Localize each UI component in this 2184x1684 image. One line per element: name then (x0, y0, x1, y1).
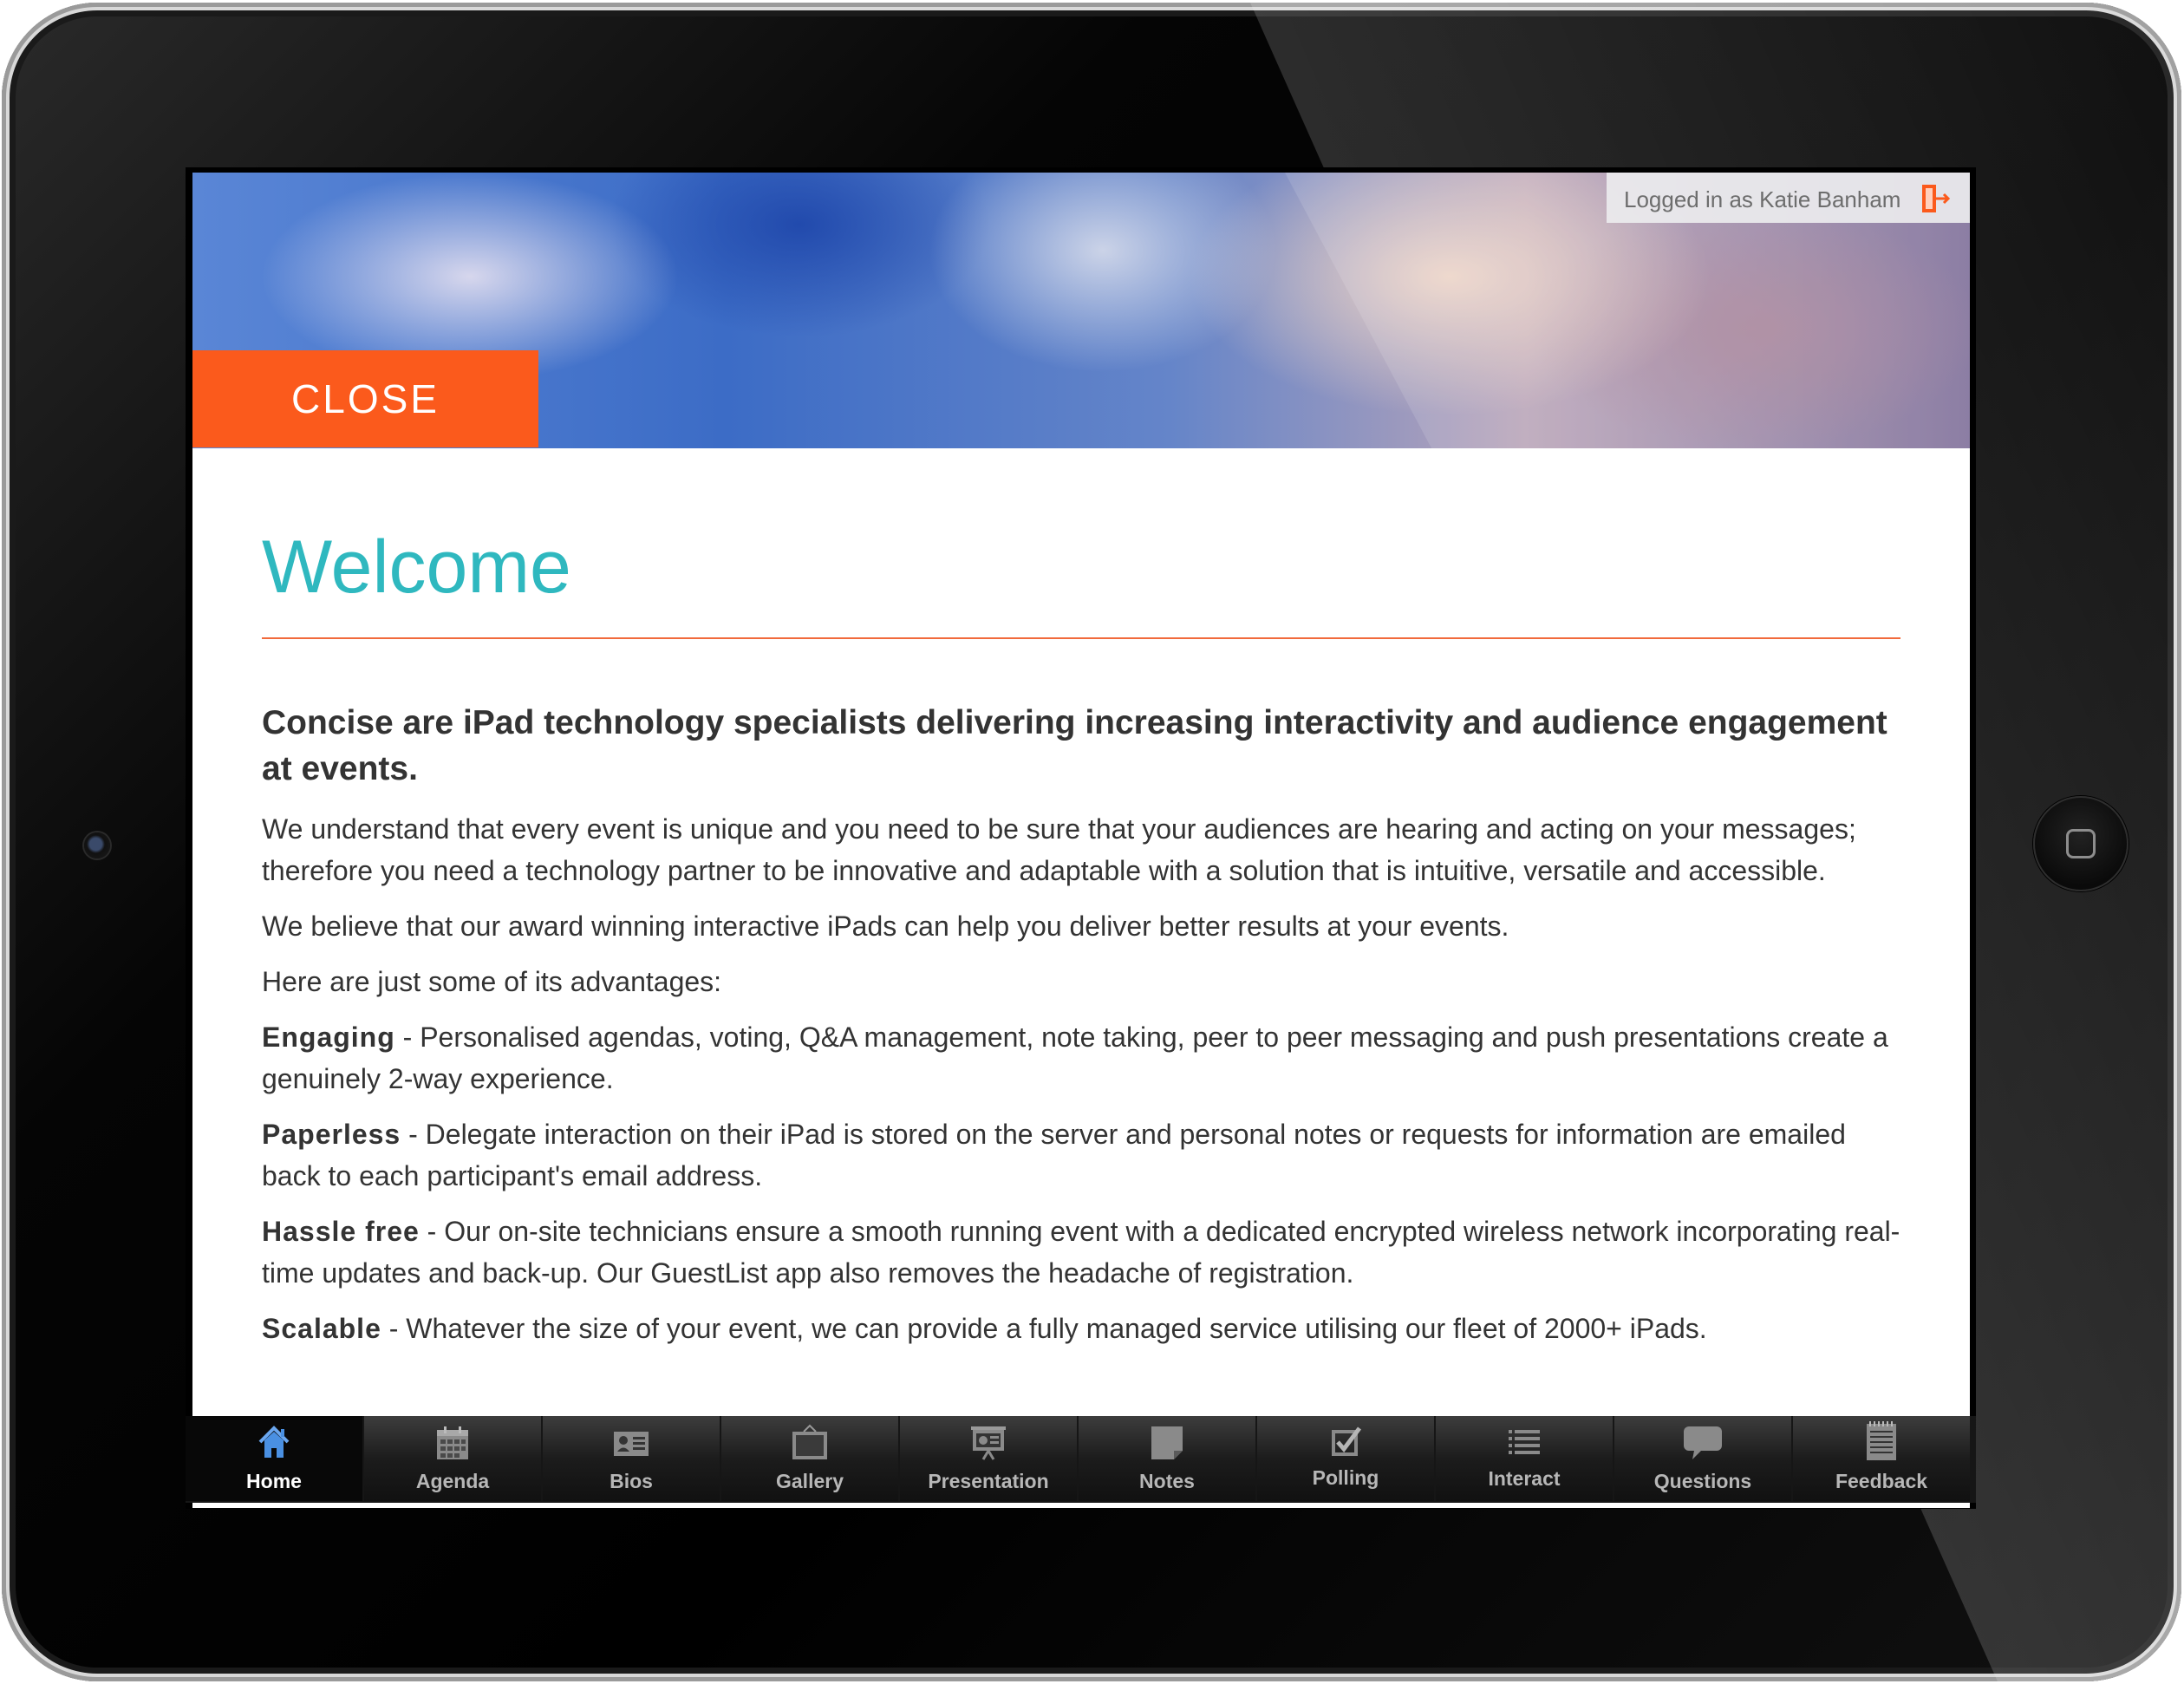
paragraph: We believe that our award winning intera… (262, 911, 1509, 942)
tab-label: Polling (1312, 1466, 1379, 1489)
tab-label: Questions (1653, 1470, 1752, 1492)
home-hardware-button[interactable] (2033, 796, 2129, 891)
tab-bios[interactable]: Bios (543, 1416, 720, 1501)
tab-label: Gallery (776, 1470, 844, 1492)
checkbox-icon (1332, 1426, 1361, 1456)
tab-questions[interactable]: Questions (1614, 1416, 1791, 1501)
advantage-term: Engaging (262, 1021, 395, 1053)
tab-home[interactable]: Home (186, 1416, 362, 1501)
home-square-icon (2066, 829, 2096, 858)
paragraph: We understand that every event is unique… (262, 813, 1856, 886)
screen: Logged in as Katie Banham CLOSE Welcome … (186, 167, 1976, 1509)
tab-gallery[interactable]: Gallery (721, 1416, 898, 1501)
tab-agenda[interactable]: Agenda (364, 1416, 541, 1501)
body-text: We understand that every event is unique… (262, 808, 1900, 1363)
advantage-text: - Our on-site technicians ensure a smoot… (262, 1216, 1900, 1289)
advantage-term: Hassle free (262, 1216, 420, 1247)
home-icon (258, 1426, 290, 1458)
tab-label: Home (246, 1470, 302, 1492)
notepad-icon (1867, 1421, 1896, 1460)
gallery-icon (792, 1424, 827, 1459)
speech-bubble-icon (1684, 1426, 1722, 1459)
camera-icon (84, 832, 110, 858)
notes-icon (1151, 1426, 1183, 1459)
tab-bar: Home Agenda Bios Gallery Presentation No… (186, 1416, 1976, 1503)
login-status-text: Logged in as Katie Banham (1624, 186, 1901, 212)
advantage-engaging: Engaging - Personalised agendas, voting,… (262, 1016, 1900, 1100)
advantage-paperless: Paperless - Delegate interaction on thei… (262, 1113, 1900, 1197)
advantage-scalable: Scalable - Whatever the size of your eve… (262, 1308, 1900, 1349)
presentation-icon (971, 1426, 1006, 1460)
advantage-text: - Personalised agendas, voting, Q&A mana… (262, 1021, 1888, 1094)
login-status-bar: Logged in as Katie Banham (1607, 173, 1970, 223)
advantage-term: Paperless (262, 1119, 401, 1150)
tab-feedback[interactable]: Feedback (1793, 1416, 1970, 1501)
lead-paragraph: Concise are iPad technology specialists … (262, 704, 1887, 787)
tab-label: Notes (1139, 1470, 1195, 1492)
tab-polling[interactable]: Polling (1257, 1416, 1434, 1501)
advantage-term: Scalable (262, 1313, 381, 1344)
tab-notes[interactable]: Notes (1079, 1416, 1255, 1501)
tab-label: Bios (610, 1470, 653, 1492)
tab-label: Feedback (1835, 1470, 1928, 1492)
logout-icon[interactable] (1917, 181, 1952, 216)
tab-presentation[interactable]: Presentation (900, 1416, 1077, 1501)
close-button[interactable]: CLOSE (192, 350, 538, 447)
list-icon (1509, 1430, 1540, 1454)
tab-label: Interact (1488, 1467, 1561, 1490)
paragraph: Here are just some of its advantages: (262, 966, 722, 997)
app-view: Logged in as Katie Banham CLOSE Welcome … (192, 173, 1970, 1508)
advantage-hassle-free: Hassle free - Our on-site technicians en… (262, 1211, 1900, 1294)
tab-label: Agenda (415, 1470, 490, 1492)
profile-card-icon (614, 1432, 649, 1456)
title-divider (262, 637, 1900, 639)
tab-interact[interactable]: Interact (1436, 1416, 1613, 1501)
header-banner: Logged in as Katie Banham CLOSE (192, 173, 1970, 448)
tab-label: Presentation (928, 1470, 1049, 1492)
welcome-content: Welcome Concise are iPad technology spec… (262, 448, 1900, 1508)
advantage-text: - Delegate interaction on their iPad is … (262, 1119, 1846, 1191)
page-title: Welcome (262, 525, 571, 609)
advantage-text: - Whatever the size of your event, we ca… (381, 1313, 1707, 1344)
calendar-icon (437, 1426, 468, 1459)
